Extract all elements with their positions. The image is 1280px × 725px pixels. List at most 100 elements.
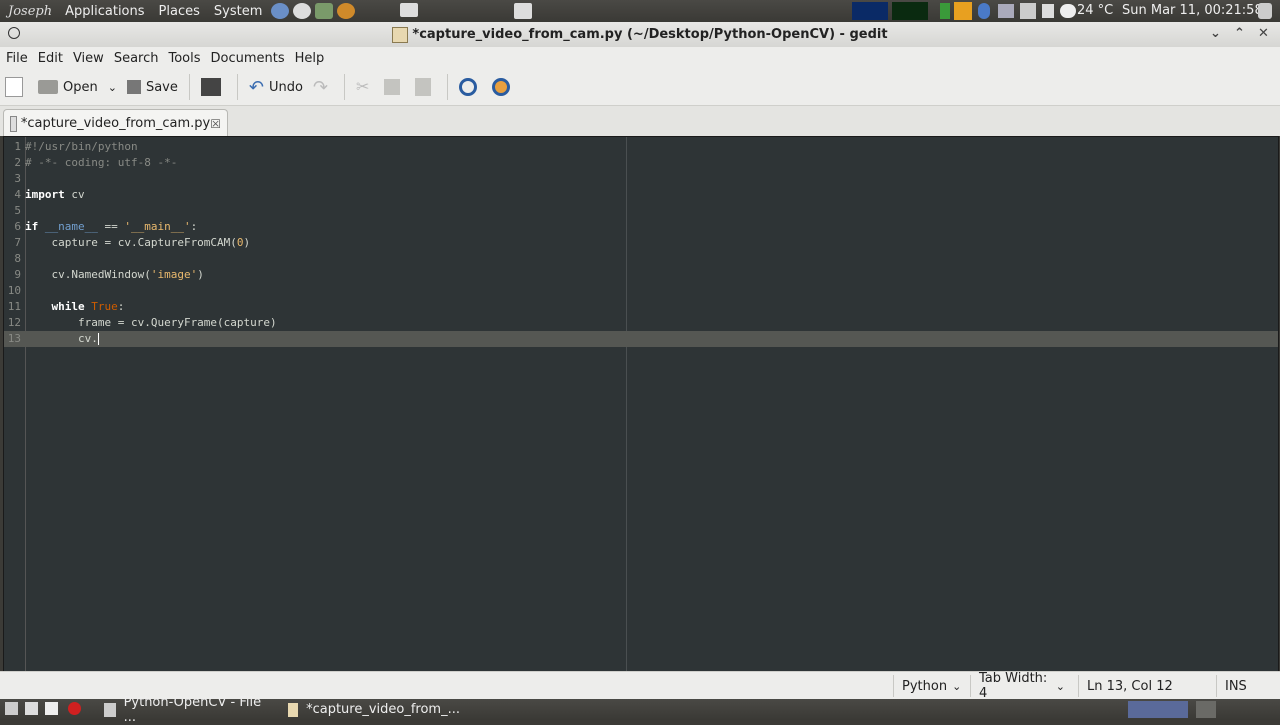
shutdown-icon[interactable] (1258, 3, 1272, 19)
temperature[interactable]: 24 °C (1077, 3, 1113, 18)
paste-button[interactable] (415, 78, 436, 96)
printer-icon (200, 78, 221, 96)
clipboard-icon[interactable] (1020, 3, 1036, 19)
workspace-1-icon[interactable] (45, 702, 58, 715)
code-text[interactable]: if __name__ == '__main__': (25, 219, 197, 235)
menu-view[interactable]: View (73, 51, 104, 66)
close-window-button[interactable]: ✕ (1258, 26, 1269, 41)
clock[interactable]: Sun Mar 11, 00:21:58 (1122, 3, 1263, 18)
code-line[interactable]: 8 (4, 251, 1278, 267)
battery-icon[interactable] (940, 3, 950, 19)
code-line[interactable]: 13 cv. (4, 331, 1278, 347)
tab-width-label: Tab Width: 4 (979, 671, 1048, 701)
code-line[interactable]: 10 (4, 283, 1278, 299)
taskbar-item-file-manager[interactable]: Python-OpenCV - File ... (104, 695, 272, 725)
code-line[interactable]: 6 if __name__ == '__main__': (4, 219, 1278, 235)
code-line[interactable]: 7 capture = cv.CaptureFromCAM(0) (4, 235, 1278, 251)
redo-button[interactable]: ↷ (313, 77, 333, 98)
menu-search[interactable]: Search (114, 51, 159, 66)
code-text[interactable]: #!/usr/bin/python (25, 139, 138, 155)
magnifier-icon (459, 78, 478, 96)
drive-icon[interactable] (400, 3, 418, 17)
code-text[interactable]: cv.NamedWindow('image') (25, 267, 203, 283)
document-modified-icon (10, 115, 17, 132)
window-menu-button[interactable] (8, 27, 20, 39)
code-line[interactable]: 3 (4, 171, 1278, 187)
undo-arrow-icon: ↶ (248, 77, 264, 98)
network-disconnected-icon[interactable] (954, 2, 972, 20)
code-line[interactable]: 11 while True: (4, 299, 1278, 315)
menu-places[interactable]: Places (159, 4, 200, 19)
save-button[interactable]: Save (126, 80, 178, 95)
maximize-button[interactable]: ⌃ (1234, 26, 1245, 41)
line-number: 4 (14, 188, 21, 201)
toolbar-separator (447, 74, 449, 100)
folder-open-icon (38, 80, 58, 94)
taskbar-label: Python-OpenCV - File ... (123, 694, 262, 725)
weather-cloud-icon[interactable] (1060, 4, 1076, 18)
tab-capture-video[interactable]: *capture_video_from_cam.py ☒ (3, 109, 228, 137)
tab-label: *capture_video_from_cam.py (20, 116, 211, 131)
user-name[interactable]: Joseph (8, 4, 52, 19)
cursor-position: Ln 13, Col 12 (1078, 675, 1205, 697)
app-launcher-icon[interactable] (315, 3, 334, 19)
chevron-down-icon: ⌄ (107, 80, 117, 94)
code-text[interactable]: while True: (25, 299, 125, 315)
undo-label: Undo (268, 79, 303, 95)
volume-icon[interactable] (1042, 4, 1054, 18)
new-document-button[interactable] (5, 77, 28, 97)
bluetooth-icon[interactable] (978, 3, 990, 19)
minimize-button[interactable]: ⌄ (1210, 26, 1221, 41)
copy-button[interactable] (384, 79, 405, 95)
code-line[interactable]: 1 #!/usr/bin/python (4, 139, 1278, 155)
code-text[interactable]: frame = cv.QueryFrame(capture) (25, 315, 277, 331)
code-line[interactable]: 12 frame = cv.QueryFrame(capture) (4, 315, 1278, 331)
menu-system[interactable]: System (214, 4, 262, 19)
line-number: 7 (14, 236, 21, 249)
code-line[interactable]: 5 (4, 203, 1278, 219)
menu-help[interactable]: Help (295, 51, 325, 66)
gimp-launcher-icon[interactable] (293, 3, 312, 19)
code-text[interactable]: cv. (25, 331, 99, 347)
find-button[interactable] (459, 78, 482, 96)
code-editor[interactable]: 1 #!/usr/bin/python 2 # -*- coding: utf-8 -… (3, 136, 1279, 672)
tab-width-selector[interactable]: Tab Width: 4 ⌄ (970, 671, 1073, 701)
toolbar-separator (188, 74, 190, 100)
taskbar-item-gedit[interactable]: *capture_video_from_... (288, 700, 460, 719)
menu-file[interactable]: File (6, 51, 28, 66)
line-number: 3 (14, 172, 21, 185)
workspace-switcher-icon[interactable] (1128, 701, 1188, 718)
undo-button[interactable]: ↶ Undo (248, 77, 303, 98)
print-button[interactable] (200, 78, 226, 96)
cut-button[interactable]: ✂ (356, 77, 374, 97)
text-caret (97, 333, 99, 345)
code-text[interactable]: import cv (25, 187, 85, 203)
trash-icon[interactable] (1196, 701, 1216, 718)
code-text[interactable]: # -*- coding: utf-8 -*- (25, 155, 177, 171)
show-desktop-icon[interactable] (5, 702, 18, 715)
record-icon[interactable] (68, 702, 81, 715)
update-launcher-icon[interactable] (337, 3, 356, 19)
menu-applications[interactable]: Applications (65, 4, 144, 19)
new-document-icon (5, 77, 23, 97)
replace-button[interactable] (492, 78, 515, 96)
code-text[interactable]: capture = cv.CaptureFromCAM(0) (25, 235, 250, 251)
window-titlebar[interactable]: *capture_video_from_cam.py (~/Desktop/Py… (0, 22, 1280, 48)
open-recent-dropdown[interactable]: ⌄ (108, 81, 117, 94)
line-number: 10 (7, 284, 21, 297)
menu-tools[interactable]: Tools (168, 51, 200, 66)
cursor-position-label: Ln 13, Col 12 (1087, 678, 1173, 694)
language-selector[interactable]: Python ⌄ (893, 675, 966, 697)
code-line[interactable]: 4 import cv (4, 187, 1278, 203)
open-button[interactable]: Open (38, 80, 98, 95)
close-tab-icon[interactable]: ☒ (210, 117, 221, 131)
browser-launcher-icon[interactable] (271, 3, 290, 19)
menu-edit[interactable]: Edit (38, 51, 63, 66)
code-line[interactable]: 2 # -*- coding: utf-8 -*- (4, 155, 1278, 171)
screenshot-icon[interactable] (514, 3, 532, 19)
code-line[interactable]: 9 cv.NamedWindow('image') (4, 267, 1278, 283)
signal-icon[interactable] (998, 4, 1014, 18)
copy-icon (384, 79, 401, 95)
menu-documents[interactable]: Documents (211, 51, 285, 66)
workspace-icon[interactable] (25, 702, 38, 715)
